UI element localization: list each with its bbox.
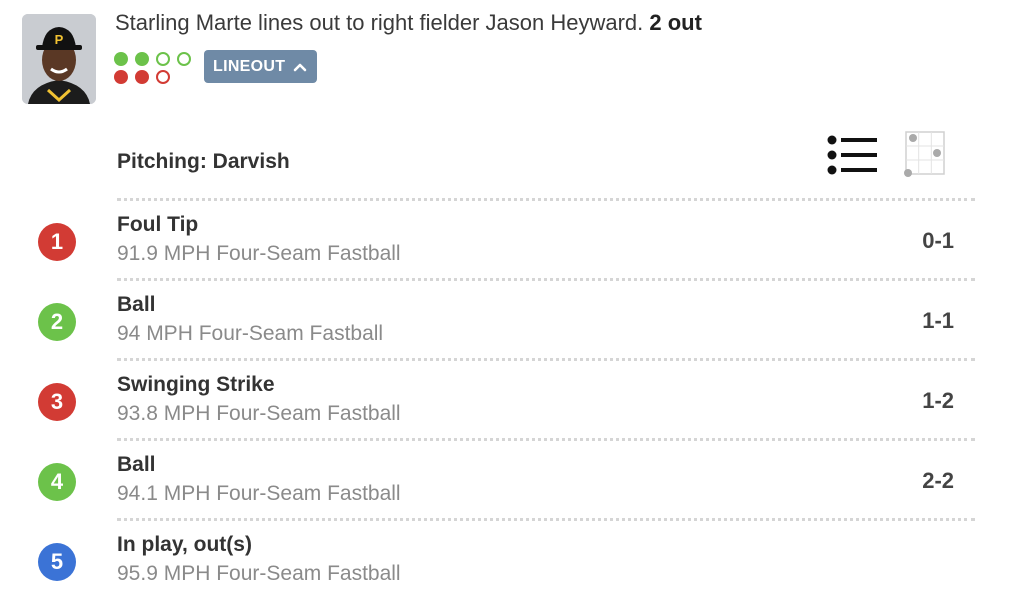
strike-zone-icon <box>904 131 945 177</box>
player-photo-icon: P <box>22 14 96 104</box>
pitch-number-badge: 4 <box>38 463 76 501</box>
pitch-description: 94 MPH Four-Seam Fastball <box>117 322 384 345</box>
chevron-up-icon <box>294 63 307 71</box>
pitcher-label: Pitching: Darvish <box>117 150 290 173</box>
balls-row <box>114 52 194 67</box>
row-divider <box>117 438 975 441</box>
pitch-result: In play, out(s) <box>117 533 252 556</box>
pitch-count: 0-1 <box>922 228 954 253</box>
strike-zone-view-button[interactable] <box>900 130 948 180</box>
svg-text:P: P <box>55 32 64 47</box>
pitch-description: 95.9 MPH Four-Seam Fastball <box>117 562 401 585</box>
row-divider <box>117 518 975 521</box>
pitch-result: Ball <box>117 293 156 316</box>
list-view-button[interactable] <box>826 134 878 176</box>
play-header: P Starling Marte lines out to right fiel… <box>0 0 1024 120</box>
row-divider <box>117 358 975 361</box>
pitch-row[interactable]: 2 Ball 94 MPH Four-Seam Fastball 1-1 <box>0 278 1024 358</box>
pitch-row[interactable]: 1 Foul Tip 91.9 MPH Four-Seam Fastball 0-1 <box>0 198 1024 278</box>
strikes-row <box>114 70 194 85</box>
pitch-count: 1-2 <box>922 388 954 413</box>
list-icon <box>827 135 877 175</box>
ball-dot <box>135 52 149 66</box>
pitch-description: 93.8 MPH Four-Seam Fastball <box>117 402 401 425</box>
pitch-description: 91.9 MPH Four-Seam Fastball <box>117 242 401 265</box>
strike-dot <box>156 70 170 84</box>
pitch-count: 2-2 <box>922 468 954 493</box>
count-indicator <box>114 52 194 88</box>
ball-dot <box>114 52 128 66</box>
pitch-row[interactable]: 3 Swinging Strike 93.8 MPH Four-Seam Fastb… <box>0 358 1024 438</box>
pitch-number-badge: 2 <box>38 303 76 341</box>
pitch-list: 1 Foul Tip 91.9 MPH Four-Seam Fastball 0-1 2… <box>0 198 1024 598</box>
outs-count: 2 out <box>649 10 702 35</box>
ball-dot <box>177 52 191 66</box>
pitch-row[interactable]: 5 In play, out(s) 95.9 MPH Four-Seam Fastb… <box>0 518 1024 598</box>
play-description-text: Starling Marte lines out to right fielde… <box>115 10 644 35</box>
ball-dot <box>156 52 170 66</box>
pitch-row[interactable]: 4 Ball 94.1 MPH Four-Seam Fastball 2-2 <box>0 438 1024 518</box>
pitch-number-badge: 5 <box>38 543 76 581</box>
player-avatar: P <box>22 14 96 104</box>
row-divider <box>117 278 975 281</box>
lineout-toggle-button[interactable]: LINEOUT <box>204 50 318 83</box>
pitch-count: 1-1 <box>922 308 954 333</box>
play-description: Starling Marte lines out to right fielde… <box>115 10 702 36</box>
pitch-number-badge: 1 <box>38 223 76 261</box>
pitch-result: Ball <box>117 453 156 476</box>
pitch-number-badge: 3 <box>38 383 76 421</box>
row-divider <box>117 198 975 201</box>
strike-dot <box>135 70 149 84</box>
pitch-result: Swinging Strike <box>117 373 275 396</box>
pitch-description: 94.1 MPH Four-Seam Fastball <box>117 482 401 505</box>
result-label: LINEOUT <box>213 57 286 75</box>
pitch-result: Foul Tip <box>117 213 199 236</box>
strike-dot <box>114 70 128 84</box>
